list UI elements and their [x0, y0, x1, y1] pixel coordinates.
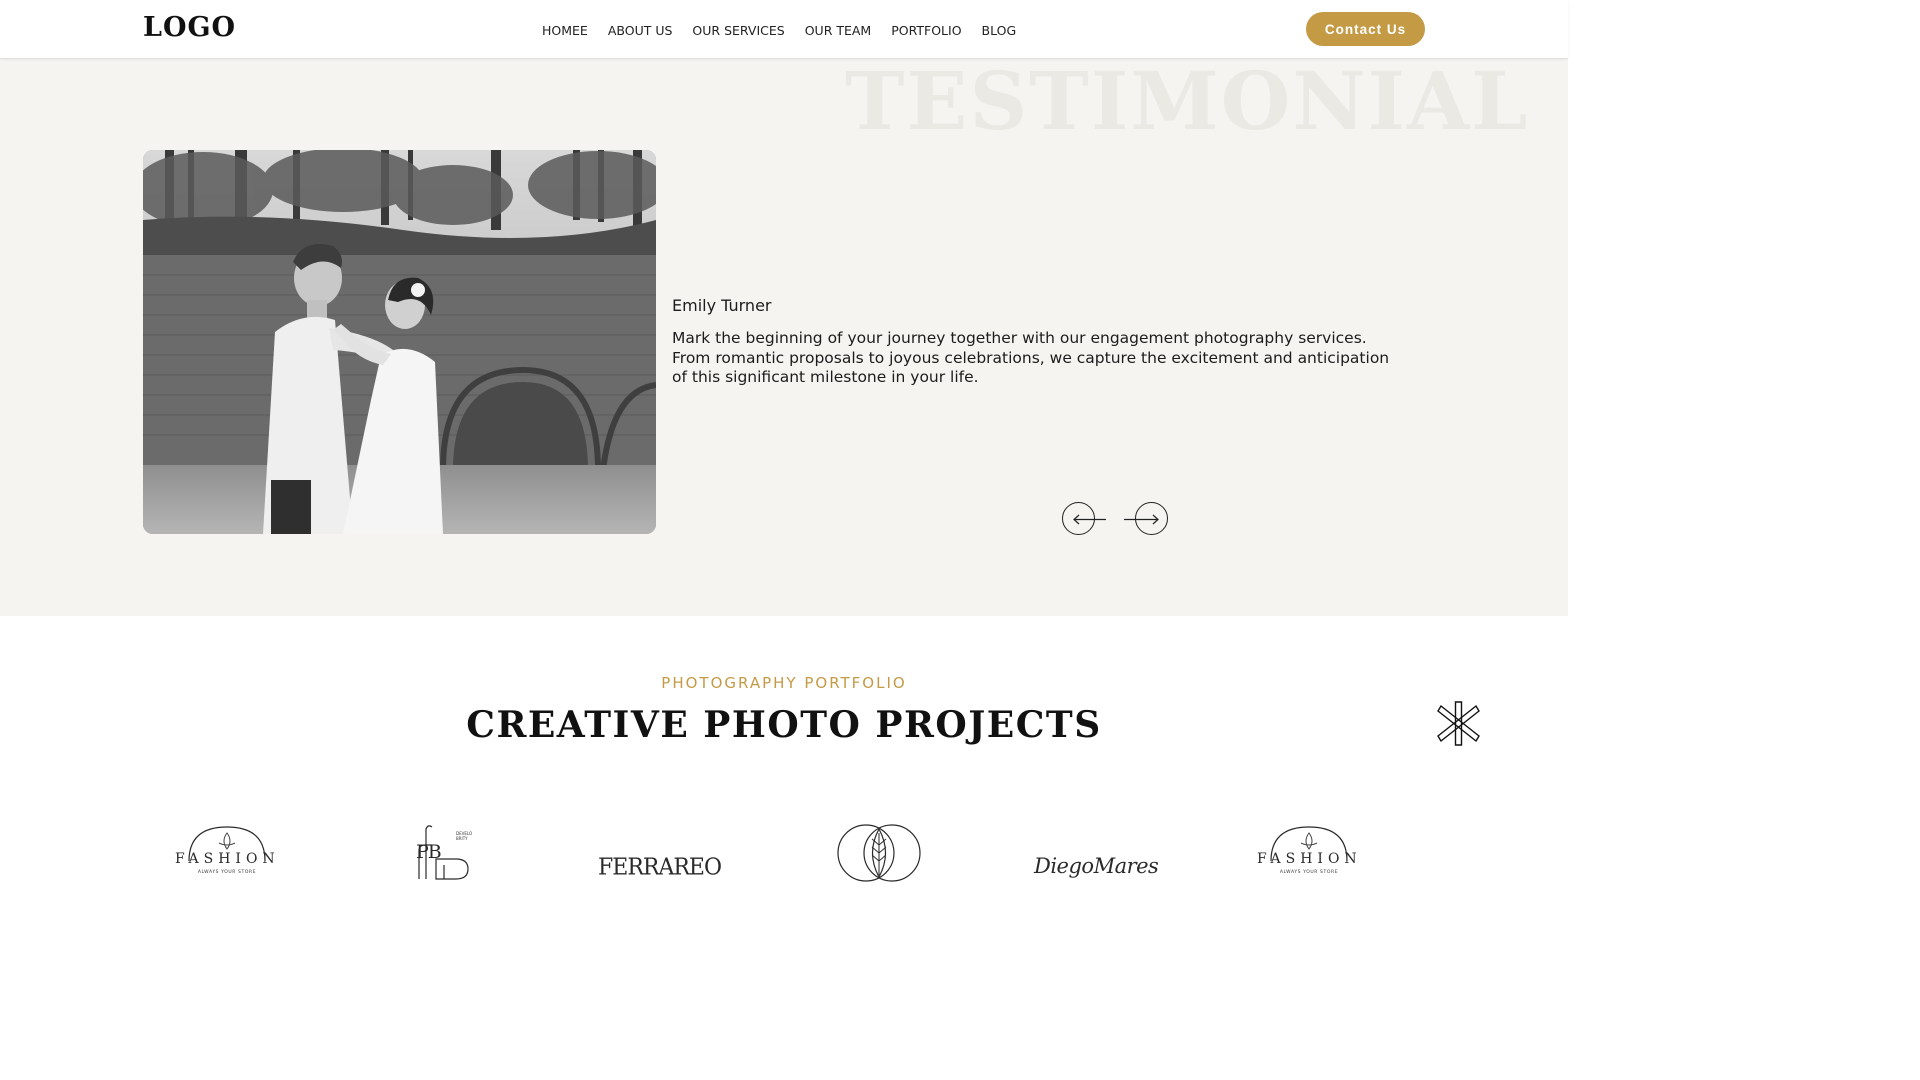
- testimonial-quote: Mark the beginning of your journey toget…: [672, 329, 1390, 386]
- brand-logo-ferrareo: FERRAREO: [598, 821, 722, 883]
- portfolio-eyebrow: PHOTOGRAPHY PORTFOLIO: [661, 674, 907, 692]
- arrow-left-icon: [1073, 514, 1106, 525]
- asterisk-icon: [1437, 701, 1480, 746]
- pb-small-text: DEVELO BRITY: [456, 831, 473, 841]
- pb-letters: PB: [416, 841, 442, 863]
- brand-logo-pb: PB DEVELO BRITY: [414, 821, 476, 883]
- leaf-circle-icon: [837, 824, 921, 882]
- testimonial-author: Emily Turner: [672, 296, 772, 315]
- fashion-2-brand-tagline: ALWAYS YOUR STORE: [1279, 870, 1339, 875]
- fashion-brand-name: FASHION: [175, 851, 280, 867]
- site-header: LOGO HOMEE ABOUT US OUR SERVICES OUR TEA…: [0, 0, 1568, 59]
- portfolio-title: CREATIVE PHOTO PROJECTS: [466, 704, 1102, 746]
- brand-logo-fashion: FASHION ALWAYS YOUR STORE: [175, 821, 279, 883]
- nav-item-home[interactable]: HOMEE: [532, 22, 598, 40]
- contact-us-button[interactable]: Contact Us: [1306, 12, 1425, 46]
- brand-logo-leaf: [836, 821, 924, 883]
- portfolio-section: PHOTOGRAPHY PORTFOLIO CREATIVE PHOTO PRO…: [0, 616, 1568, 884]
- nav-item-team[interactable]: OUR TEAM: [795, 22, 882, 40]
- brand-logo-diegomares: DiegoMares: [1034, 821, 1159, 883]
- couple-photo-illustration: [143, 150, 656, 534]
- ferrareo-brand-name: FERRAREO: [598, 854, 722, 881]
- arrow-right-icon: [1124, 514, 1159, 525]
- nav-item-about[interactable]: ABOUT US: [598, 22, 683, 40]
- nav-item-services[interactable]: OUR SERVICES: [682, 22, 794, 40]
- nav-item-blog[interactable]: BLOG: [972, 22, 1027, 40]
- nav-item-portfolio[interactable]: PORTFOLIO: [881, 22, 971, 40]
- main-nav: HOMEE ABOUT US OUR SERVICES OUR TEAM POR…: [532, 22, 1026, 40]
- testimonial-section: TESTIMONIAL Emily Turner Mark the beginn…: [0, 59, 1568, 616]
- testimonial-background-heading: TESTIMONIAL: [845, 59, 1530, 148]
- diegomares-brand-name: DiegoMares: [1034, 854, 1159, 878]
- brand-logo-fashion-2: FASHION ALWAYS YOUR STORE: [1257, 821, 1361, 883]
- fashion-2-brand-name: FASHION: [1257, 851, 1362, 867]
- testimonial-photo: [143, 150, 656, 534]
- next-testimonial-button[interactable]: [1124, 502, 1168, 535]
- prev-testimonial-button[interactable]: [1062, 502, 1106, 535]
- logo[interactable]: LOGO: [143, 12, 236, 43]
- fashion-brand-tagline: ALWAYS YOUR STORE: [197, 870, 257, 875]
